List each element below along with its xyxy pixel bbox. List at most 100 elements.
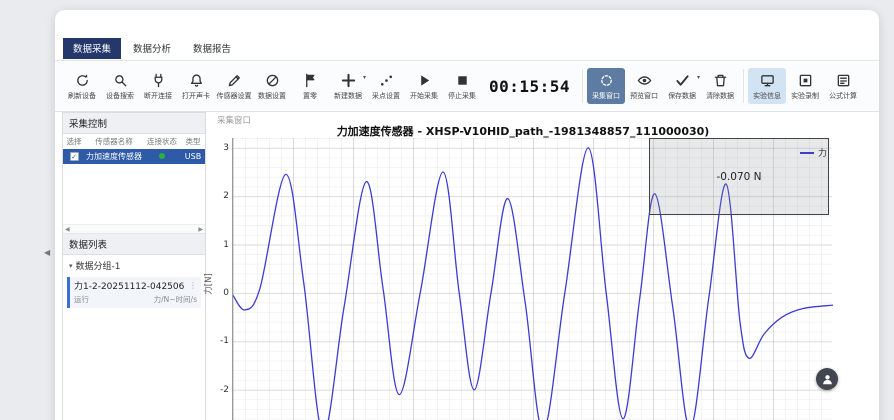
clear-data-button[interactable]: 清除数据	[701, 68, 739, 104]
dropdown-caret-icon[interactable]: ▾	[363, 74, 366, 81]
collect-control-panel: 采集控制 选择 传感器名称 连接状态 类型 ✓ 力加速度传感器 USB	[63, 113, 205, 234]
toolbar-button-label: 预览窗口	[630, 91, 658, 101]
data-item-meta: 力/N~时间/s	[154, 294, 197, 305]
sidebar-collapse-handle[interactable]: ◀	[44, 248, 50, 257]
data-list-header: 数据列表	[63, 234, 205, 255]
data-group-label: 数据分组-1	[76, 259, 121, 272]
toolbar-button-label: 断开连接	[144, 91, 172, 101]
record-square-icon	[798, 72, 813, 89]
legend-series-label: 力	[818, 146, 827, 159]
assistant-button[interactable]	[816, 368, 838, 390]
sensor-settings-icon	[227, 72, 242, 89]
toolbar-button-label: 采点设置	[372, 91, 400, 101]
preview-window-button[interactable]: 预览窗口	[625, 68, 663, 104]
tab-data-analysis[interactable]: 数据分析	[123, 38, 181, 59]
toolbar-button-label: 停止采集	[448, 91, 476, 101]
start-capture-button[interactable]: 开始采集	[405, 68, 443, 104]
dashed-circle-icon	[599, 72, 614, 89]
chart-title: 力加速度传感器 - XHSP-V10HID_path_-1981348857_1…	[209, 123, 837, 139]
refresh-device-button[interactable]: 刷新设备	[63, 68, 101, 104]
y-tick-label: 2	[209, 191, 229, 201]
person-icon	[821, 373, 834, 386]
toolbar-button-label: 实验信息	[753, 91, 781, 101]
col-status: 连接状态	[143, 134, 181, 149]
plus-icon	[341, 72, 356, 89]
new-data-button[interactable]: ▾ 新建数据	[329, 68, 367, 104]
scroll-left-icon[interactable]: ◀	[65, 226, 70, 233]
sensor-row[interactable]: ✓ 力加速度传感器 USB	[63, 149, 205, 164]
horizontal-scrollbar[interactable]: ◀ ▶	[63, 224, 205, 233]
sensor-table: 选择 传感器名称 连接状态 类型 ✓ 力加速度传感器 USB	[63, 134, 205, 164]
toolbar-button-label: 设备搜索	[106, 91, 134, 101]
set-zero-button[interactable]: 置零	[291, 68, 329, 104]
open-sound-card-button[interactable]: 打开声卡	[177, 68, 215, 104]
capture-window-pane: 采集窗口 力加速度传感器 - XHSP-V10HID_path_-1981348…	[209, 112, 877, 420]
point-settings-button[interactable]: 采点设置	[367, 68, 405, 104]
data-settings-button[interactable]: 数据设置	[253, 68, 291, 104]
disconnect-device-button[interactable]: 断开连接	[139, 68, 177, 104]
toolbar-button-label: 新建数据	[334, 91, 362, 101]
data-item-title: 力1-2-20251112-042506	[74, 279, 184, 292]
capture-window-button[interactable]: 采集窗口	[587, 68, 625, 104]
chevron-down-icon: ▾	[69, 262, 73, 270]
trash-icon	[713, 72, 728, 89]
search-icon	[113, 72, 128, 89]
eye-icon	[637, 72, 652, 89]
y-tick-label: 0	[209, 288, 229, 298]
check-icon	[675, 72, 690, 89]
chart-canvas[interactable]: 力[N] -0.070 N 力 3210-1-2	[232, 138, 832, 420]
toolbar-button-label: 打开声卡	[182, 91, 210, 101]
chart-legend: 力	[800, 146, 827, 159]
col-select: 选择	[63, 134, 85, 149]
sensor-checkbox[interactable]: ✓	[70, 152, 79, 161]
scroll-right-icon[interactable]: ▶	[198, 226, 203, 233]
toolbar-button-label: 公式计算	[829, 91, 857, 101]
disconnect-icon	[151, 72, 166, 89]
stop-icon	[455, 72, 470, 89]
capture-timer: 00:15:54	[489, 77, 570, 96]
legend-line-icon	[800, 152, 814, 154]
sensor-settings-button[interactable]: 传感器设置	[215, 68, 253, 104]
status-dot-icon	[159, 153, 165, 159]
data-group-node[interactable]: ▾ 数据分组-1	[63, 255, 205, 274]
search-device-button[interactable]: 设备搜索	[101, 68, 139, 104]
experiment-info-button[interactable]: 实验信息	[748, 68, 786, 104]
formula-calc-button[interactable]: 公式计算	[824, 68, 862, 104]
dropdown-caret-icon[interactable]: ▾	[697, 74, 700, 81]
stop-capture-button[interactable]: 停止采集	[443, 68, 481, 104]
data-list-tree: ▾ 数据分组-1 力1-2-20251112-042506 ⋮ 运行 力/N~时…	[63, 255, 205, 420]
toolbar-button-label: 刷新设备	[68, 91, 96, 101]
y-tick-label: -1	[209, 336, 229, 346]
tab-data-report[interactable]: 数据报告	[183, 38, 241, 59]
kebab-menu-icon[interactable]: ⋮	[189, 281, 197, 290]
calculator-icon	[836, 72, 851, 89]
slash-circle-icon	[265, 72, 280, 89]
data-item[interactable]: 力1-2-20251112-042506 ⋮ 运行 力/N~时间/s	[67, 277, 201, 308]
toolbar-button-label: 清除数据	[706, 91, 734, 101]
value-annotation: -0.070 N	[716, 171, 761, 183]
toolbar-button-label: 采集窗口	[592, 91, 620, 101]
y-tick-label: 3	[209, 143, 229, 153]
main-tabs: 数据采集数据分析数据报告	[63, 38, 241, 59]
toolbar: 刷新设备设备搜索断开连接打开声卡传感器设置数据设置置零 ▾ 新建数据采点设置开始采集…	[55, 60, 879, 112]
monitor-icon	[760, 72, 775, 89]
flag-icon	[303, 72, 318, 89]
toolbar-button-label: 实验录制	[791, 91, 819, 101]
toolbar-button-label: 保存数据	[668, 91, 696, 101]
sensor-name: 力加速度传感器	[85, 149, 143, 164]
left-sidebar: 采集控制 选择 传感器名称 连接状态 类型 ✓ 力加速度传感器 USB	[62, 112, 206, 420]
toolbar-button-label: 置零	[303, 91, 317, 101]
toolbar-window-group: 采集窗口预览窗口 ▾ 保存数据清除数据	[587, 68, 739, 104]
save-data-button[interactable]: ▾ 保存数据	[663, 68, 701, 104]
sensor-table-header: 选择 传感器名称 连接状态 类型	[63, 134, 205, 149]
toolbar-experiment-group: 实验信息实验录制公式计算	[748, 68, 862, 104]
toolbar-separator	[582, 69, 583, 103]
col-name: 传感器名称	[85, 134, 143, 149]
sensor-type: USB	[181, 149, 205, 164]
toolbar-device-group: 刷新设备设备搜索断开连接打开声卡传感器设置数据设置置零 ▾ 新建数据采点设置开始采集…	[63, 68, 481, 104]
points-icon	[379, 72, 394, 89]
experiment-record-button[interactable]: 实验录制	[786, 68, 824, 104]
app-window: 数据采集数据分析数据报告 刷新设备设备搜索断开连接打开声卡传感器设置数据设置置零…	[55, 10, 879, 420]
refresh-icon	[75, 72, 90, 89]
tab-data-capture[interactable]: 数据采集	[63, 38, 121, 59]
